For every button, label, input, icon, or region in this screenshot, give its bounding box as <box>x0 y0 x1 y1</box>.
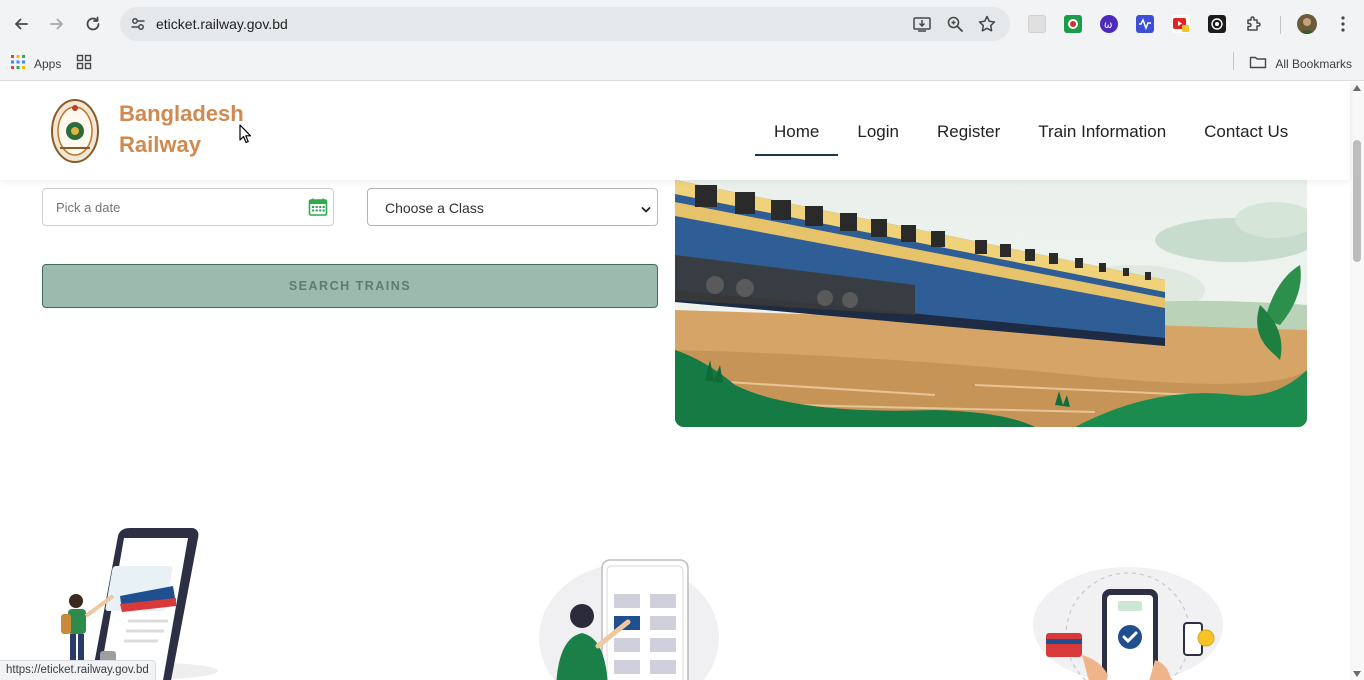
feature-illustration-search <box>58 526 223 680</box>
brand-line-2: Railway <box>119 132 201 157</box>
class-select[interactable]: Choose a Class <box>367 188 658 226</box>
puzzle-icon[interactable] <box>1242 12 1266 36</box>
forward-arrow-icon[interactable] <box>45 12 69 36</box>
page-viewport: Bangladesh Railway Home Login Register T… <box>0 82 1364 680</box>
toolbar-divider <box>1280 16 1281 34</box>
scroll-down-arrow-icon[interactable] <box>1353 671 1361 677</box>
class-select-value: Choose a Class <box>385 200 484 216</box>
extension-youtube-icon[interactable] <box>1172 15 1190 33</box>
apps-grid-icon <box>10 54 26 73</box>
page-scrollbar[interactable] <box>1350 82 1364 680</box>
site-info-icon[interactable] <box>128 14 148 34</box>
site-header: Bangladesh Railway Home Login Register T… <box>0 82 1350 180</box>
railway-logo[interactable] <box>50 98 100 164</box>
folder-icon <box>1249 54 1267 73</box>
bookmark-apps-label: Apps <box>34 56 62 71</box>
address-url[interactable]: eticket.railway.gov.bd <box>156 16 288 32</box>
bookmark-apps[interactable]: Apps <box>10 54 61 73</box>
extension-w-icon[interactable]: ω <box>1100 15 1118 33</box>
calendar-icon[interactable] <box>308 197 328 217</box>
feature-illustration-payment <box>1030 565 1230 680</box>
nav-contact-us[interactable]: Contact Us <box>1185 110 1307 156</box>
chevron-down-icon <box>641 202 651 213</box>
bookmarks-divider <box>1233 52 1234 70</box>
nav-home[interactable]: Home <box>755 110 839 156</box>
address-bar[interactable]: eticket.railway.gov.bd <box>120 7 1010 41</box>
zoom-icon[interactable] <box>945 14 965 34</box>
date-placeholder: Pick a date <box>56 200 121 215</box>
extension-record-icon[interactable] <box>1064 15 1082 33</box>
extension-blank-icon[interactable] <box>1028 15 1046 33</box>
feature-illustration-select <box>534 558 724 680</box>
journey-date-input[interactable]: Pick a date <box>42 188 334 226</box>
brand-name[interactable]: Bangladesh Railway <box>119 98 244 160</box>
tab-groups-icon[interactable] <box>76 54 92 75</box>
nav-train-information[interactable]: Train Information <box>1019 110 1185 156</box>
main-nav: Home Login Register Train Information Co… <box>755 110 1307 156</box>
kebab-menu-icon[interactable] <box>1331 12 1355 36</box>
scroll-thumb[interactable] <box>1353 140 1361 262</box>
brand-line-1: Bangladesh <box>119 101 244 126</box>
back-arrow-icon[interactable] <box>9 12 33 36</box>
nav-login[interactable]: Login <box>838 110 918 156</box>
bookmarks-bar: Apps All Bookmarks <box>0 48 1364 81</box>
all-bookmarks-label: All Bookmarks <box>1275 56 1352 71</box>
browser-toolbar: eticket.railway.gov.bd ω <box>0 0 1364 48</box>
install-app-icon[interactable] <box>912 14 932 34</box>
mouse-cursor-icon <box>239 124 253 144</box>
hero-train-illustration <box>675 180 1307 427</box>
extension-circle-icon[interactable] <box>1208 15 1226 33</box>
svg-text:ω: ω <box>1104 20 1112 31</box>
status-bar-url: https://eticket.railway.gov.bd <box>0 660 156 680</box>
star-icon[interactable] <box>977 14 997 34</box>
reload-icon[interactable] <box>81 12 105 36</box>
extension-audio-icon[interactable] <box>1136 15 1154 33</box>
search-trains-button[interactable]: SEARCH TRAINS <box>42 264 658 308</box>
nav-register[interactable]: Register <box>918 110 1019 156</box>
scroll-up-arrow-icon[interactable] <box>1353 85 1361 91</box>
avatar[interactable] <box>1297 14 1317 34</box>
all-bookmarks-button[interactable]: All Bookmarks <box>1249 54 1352 73</box>
